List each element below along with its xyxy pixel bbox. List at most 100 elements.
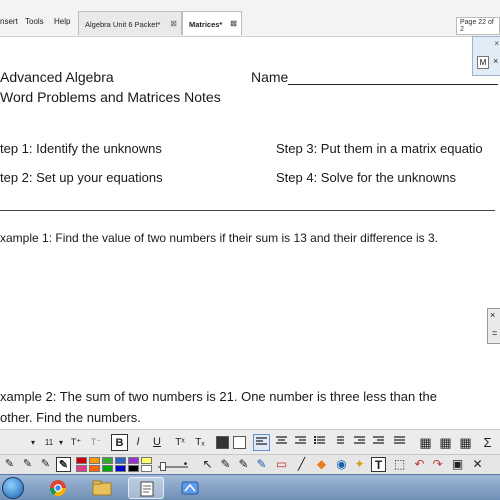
menu-tools[interactable]: Tools [25, 17, 44, 26]
tab-label: Matrices* [189, 20, 223, 29]
highlight-color-button[interactable] [233, 436, 246, 449]
color-swatch[interactable] [89, 465, 100, 472]
color-swatch[interactable] [141, 465, 152, 472]
pointer-icon[interactable]: ↖ [200, 457, 215, 472]
color-swatch[interactable] [115, 465, 126, 472]
taskbar-explorer[interactable] [84, 477, 120, 499]
text-color-button[interactable] [216, 436, 229, 449]
color-swatch[interactable] [141, 457, 152, 464]
color-swatch[interactable] [102, 457, 113, 464]
outdent-icon [354, 436, 365, 444]
delete-icon[interactable]: ✕ [470, 457, 485, 472]
chrome-icon [49, 480, 67, 497]
font-size-select[interactable]: 11 [42, 434, 56, 451]
smart-tools-icon [181, 481, 199, 495]
course-title: Advanced Algebra [0, 69, 114, 85]
tab-close-icon[interactable]: ⊠ [230, 19, 237, 28]
brush-icon[interactable]: ✎ [236, 457, 251, 472]
color-swatch[interactable] [115, 457, 126, 464]
dot-size-icon[interactable]: • [178, 457, 193, 472]
grid-icon[interactable]: ▦ [438, 434, 453, 451]
align-center-icon [276, 436, 287, 444]
side-tool-panel[interactable]: × = [487, 308, 500, 344]
line-spacing-button[interactable] [392, 434, 407, 451]
example-2-line-2: other. Find the numbers. [0, 410, 141, 425]
align-left-button[interactable] [253, 434, 270, 451]
superscript-button[interactable]: Tˣ [172, 434, 188, 451]
menu-help[interactable]: Help [54, 17, 70, 26]
close-icon[interactable]: × [493, 56, 498, 66]
font-dropdown-icon[interactable]: ▾ [28, 434, 38, 451]
numbered-list-icon [337, 436, 344, 444]
pen-width-slider-handle[interactable] [160, 462, 166, 471]
redo-icon[interactable]: ↷ [430, 457, 445, 472]
close-icon[interactable]: × [490, 310, 495, 320]
close-icon[interactable]: × [494, 39, 499, 48]
color-swatch[interactable] [102, 465, 113, 472]
equals-icon[interactable]: = [492, 328, 497, 338]
tools-icon[interactable]: ✎ [218, 457, 233, 472]
bullet-list-button[interactable] [312, 434, 327, 451]
notes-subtitle: Word Problems and Matrices Notes [0, 89, 221, 105]
menu-insert[interactable]: nsert [0, 17, 18, 26]
color-swatch[interactable] [128, 465, 139, 472]
page-indicator[interactable]: Page 22 of 2 [456, 17, 500, 35]
m-button[interactable]: M [477, 56, 489, 69]
indent-button[interactable] [371, 434, 386, 451]
numbered-list-button[interactable] [331, 434, 346, 451]
capture-icon[interactable]: ▣ [450, 457, 465, 472]
name-blank-line [288, 84, 498, 85]
eraser-icon[interactable]: ▭ [274, 457, 289, 472]
floating-tool-panel[interactable]: × M × [472, 36, 500, 76]
shapes-icon[interactable]: ◆ [314, 457, 329, 472]
shrink-font-button[interactable]: T⁻ [88, 434, 104, 451]
line-icon[interactable]: ╱ [294, 457, 309, 472]
color-swatch[interactable] [128, 457, 139, 464]
color-swatch[interactable] [76, 465, 87, 472]
formatting-toolbar: ▾ 11 ▾ T⁺ T⁻ B I U Tˣ Tₓ ▦ ▦ ▦ Σ [0, 429, 500, 454]
chart-icon[interactable]: ▦ [458, 434, 473, 451]
italic-button[interactable]: I [132, 434, 144, 451]
select-region-icon[interactable]: ⬚ [392, 457, 407, 472]
tab-label: Algebra Unit 6 Packet* [85, 20, 161, 29]
brush-icon[interactable]: ✎ [38, 457, 53, 472]
step-3: Step 3: Put them in a matrix equatio [276, 141, 483, 156]
line-spacing-icon [394, 436, 405, 444]
title-bar: nsert Tools Help Algebra Unit 6 Packet* … [0, 0, 500, 37]
subscript-button[interactable]: Tₓ [192, 434, 208, 451]
bold-button[interactable]: B [111, 434, 128, 451]
step-2: tep 2: Set up your equations [0, 170, 163, 185]
tab-matrices[interactable]: Matrices* ⊠ [182, 11, 242, 35]
align-right-button[interactable] [293, 434, 308, 451]
highlighter-icon[interactable]: ✎ [20, 457, 35, 472]
fill-icon[interactable]: ◉ [334, 457, 349, 472]
taskbar-chrome[interactable] [40, 477, 76, 499]
align-right-icon [295, 436, 306, 444]
color-swatch[interactable] [76, 457, 87, 464]
tab-algebra-unit-6-packet[interactable]: Algebra Unit 6 Packet* ⊠ [78, 11, 182, 35]
taskbar-smart-tools[interactable] [172, 477, 208, 499]
underline-button[interactable]: U [151, 434, 163, 451]
indent-icon [373, 436, 384, 444]
color-swatch[interactable] [89, 457, 100, 464]
notebook-icon [140, 481, 154, 497]
sigma-icon[interactable]: Σ [480, 434, 495, 451]
align-left-icon [256, 437, 267, 445]
drawing-toolbar: ✎ ✎ ✎ ✎ • ↖ ✎ ✎ ✎ ▭ ╱ ◆ ◉ ✦ T ⬚ ↶ ↷ ▣ ✕ [0, 454, 500, 474]
undo-icon[interactable]: ↶ [412, 457, 427, 472]
text-tool-icon[interactable]: T [371, 457, 386, 472]
name-label: Name [251, 69, 289, 85]
pen-style-icon[interactable]: ✎ [2, 457, 17, 472]
taskbar-smart-notebook[interactable] [128, 477, 164, 499]
tab-close-icon[interactable]: ⊠ [170, 19, 177, 28]
start-button-icon[interactable] [2, 477, 24, 499]
magic-pen-icon[interactable]: ✎ [56, 457, 71, 472]
table-icon[interactable]: ▦ [418, 434, 433, 451]
outdent-button[interactable] [352, 434, 367, 451]
chevron-down-icon[interactable]: ▾ [56, 434, 66, 451]
magic-wand-icon[interactable]: ✦ [352, 457, 367, 472]
align-center-button[interactable] [274, 434, 289, 451]
pen-icon[interactable]: ✎ [254, 457, 269, 472]
bullet-list-icon [314, 436, 325, 444]
grow-font-button[interactable]: T⁺ [68, 434, 84, 451]
